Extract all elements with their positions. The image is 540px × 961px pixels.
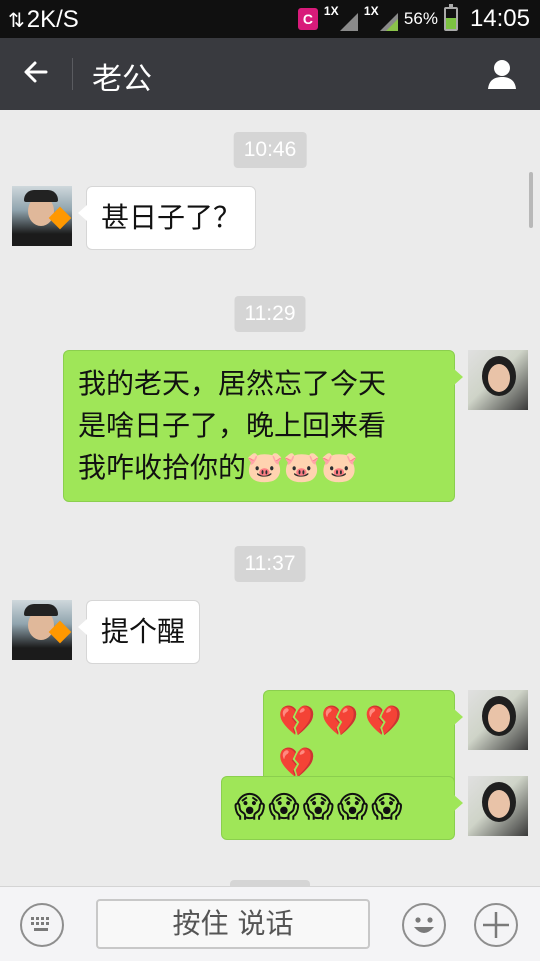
timestamp: 11:37 bbox=[234, 546, 306, 582]
broken-heart-emoji: 💔 bbox=[321, 704, 359, 739]
header-divider bbox=[72, 58, 73, 90]
my-avatar[interactable] bbox=[468, 350, 528, 410]
message-line: 我的老天，居然忘了今天 bbox=[78, 367, 387, 400]
smiley-glyph bbox=[414, 917, 434, 933]
keyboard-glyph bbox=[31, 917, 49, 931]
message-line: 我咋收拾你的🐷🐷🐷 bbox=[78, 450, 359, 485]
plus-icon[interactable] bbox=[474, 903, 518, 947]
my-avatar[interactable] bbox=[468, 776, 528, 836]
scrollbar[interactable] bbox=[529, 172, 533, 228]
signal-icon-sim2: 1X bbox=[364, 5, 398, 33]
plus-glyph bbox=[483, 912, 509, 938]
screaming-face-emoji: 😱 bbox=[371, 790, 403, 825]
pig-emoji: 🐷🐷🐷 bbox=[246, 450, 359, 485]
screaming-face-emoji: 😱 bbox=[268, 790, 300, 825]
screaming-face-emoji: 😱 bbox=[336, 790, 369, 825]
app-notification-icon: C bbox=[297, 8, 318, 30]
chat-header: 老公 bbox=[0, 38, 540, 110]
screaming-face-emoji: 😱 bbox=[234, 790, 266, 825]
network-speed: ⇅2K/S bbox=[8, 6, 79, 33]
incoming-message[interactable]: 甚日子了？ bbox=[77, 186, 257, 250]
battery-fill bbox=[445, 17, 456, 29]
my-avatar[interactable] bbox=[468, 690, 528, 750]
data-transfer-icon: ⇅ bbox=[8, 10, 25, 32]
outgoing-message[interactable]: 😱 😱 😱 😱 😱 bbox=[221, 776, 463, 840]
timestamp: 10:46 bbox=[233, 132, 307, 168]
incoming-message[interactable]: 提个醒 bbox=[77, 600, 201, 664]
keyboard-icon[interactable] bbox=[20, 903, 64, 947]
outgoing-message[interactable]: 我的老天，居然忘了今天 是啥日子了，晚上回来看 我咋收拾你的🐷🐷🐷 bbox=[63, 350, 463, 502]
person-icon[interactable] bbox=[484, 56, 520, 92]
person-glyph bbox=[488, 60, 516, 89]
contact-avatar[interactable] bbox=[12, 186, 72, 246]
screaming-face-emoji: 😱 bbox=[302, 790, 334, 825]
signal-icon-sim1: 1X bbox=[324, 5, 358, 33]
status-bar: ⇅2K/S C 1X 1X 56% 14:05 bbox=[0, 0, 540, 38]
back-arrow-glyph bbox=[24, 61, 48, 83]
battery-percent: 56% bbox=[403, 9, 438, 28]
broken-heart-emoji: 💔 bbox=[278, 704, 316, 739]
clock: 14:05 bbox=[469, 5, 530, 32]
broken-heart-emoji: 💔 bbox=[364, 704, 403, 739]
input-bar: 按住 说话 bbox=[0, 886, 540, 961]
hold-to-talk-button[interactable]: 按住 说话 bbox=[96, 899, 370, 949]
message-line: 是啥日子了，晚上回来看 bbox=[78, 409, 387, 442]
battery-icon bbox=[443, 4, 458, 31]
timestamp: 11:29 bbox=[234, 296, 306, 332]
smiley-icon[interactable] bbox=[402, 903, 446, 947]
back-arrow-icon[interactable] bbox=[18, 56, 54, 92]
chat-title: 老公 bbox=[92, 62, 152, 97]
contact-avatar[interactable] bbox=[12, 600, 72, 660]
